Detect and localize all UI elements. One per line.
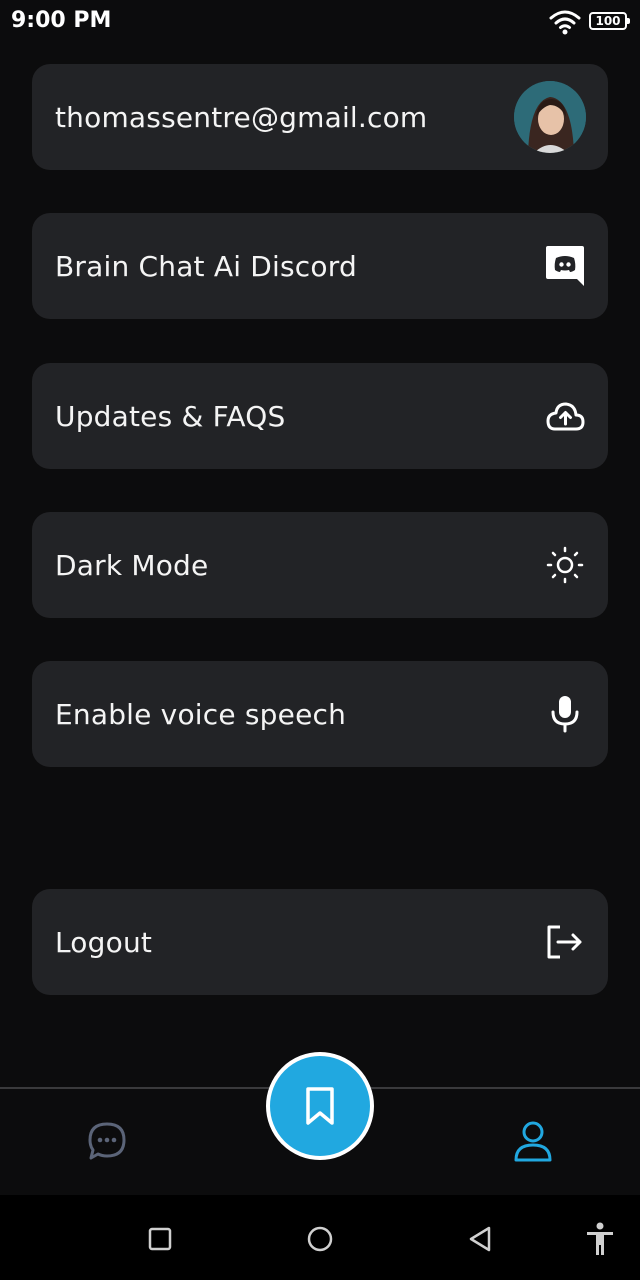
updates-faqs-item[interactable]: Updates & FAQS — [32, 363, 608, 469]
circle-icon — [307, 1226, 333, 1252]
cloud-upload-icon — [544, 395, 586, 437]
square-icon — [148, 1227, 172, 1251]
dark-mode-item[interactable]: Dark Mode — [32, 512, 608, 618]
logout-icon — [544, 921, 586, 963]
back-button[interactable] — [460, 1219, 500, 1259]
bookmark-icon — [306, 1087, 334, 1125]
avatar-image — [514, 81, 586, 153]
microphone-icon — [544, 693, 586, 735]
voice-speech-item[interactable]: Enable voice speech — [32, 661, 608, 767]
logout-label: Logout — [55, 925, 153, 959]
accessibility-icon — [587, 1222, 613, 1255]
status-bar: 9:00 PM 100 — [0, 0, 640, 44]
home-button[interactable] — [300, 1219, 340, 1259]
nav-chat-button[interactable] — [85, 1119, 129, 1163]
bookmark-fab-button[interactable] — [266, 1052, 374, 1160]
wifi-icon — [549, 10, 581, 35]
recent-apps-button[interactable] — [140, 1219, 180, 1259]
system-nav-bar — [0, 1195, 640, 1280]
status-time: 9:00 PM — [11, 8, 112, 33]
updates-faqs-label: Updates & FAQS — [55, 399, 286, 433]
accessibility-button[interactable] — [580, 1219, 620, 1259]
account-email: thomassentre@gmail.com — [55, 100, 428, 134]
dark-mode-label: Dark Mode — [55, 548, 209, 582]
avatar[interactable] — [514, 81, 586, 153]
triangle-back-icon — [469, 1226, 491, 1252]
nav-profile-button[interactable] — [511, 1119, 555, 1163]
sun-icon — [544, 544, 586, 586]
voice-speech-label: Enable voice speech — [55, 697, 347, 731]
discord-label: Brain Chat Ai Discord — [55, 249, 357, 283]
discord-icon — [544, 245, 586, 287]
chat-icon — [88, 1122, 126, 1160]
account-card[interactable]: thomassentre@gmail.com — [32, 64, 608, 170]
logout-item[interactable]: Logout — [32, 889, 608, 995]
battery-indicator: 100 — [589, 12, 630, 30]
profile-icon — [514, 1121, 552, 1162]
discord-item[interactable]: Brain Chat Ai Discord — [32, 213, 608, 319]
